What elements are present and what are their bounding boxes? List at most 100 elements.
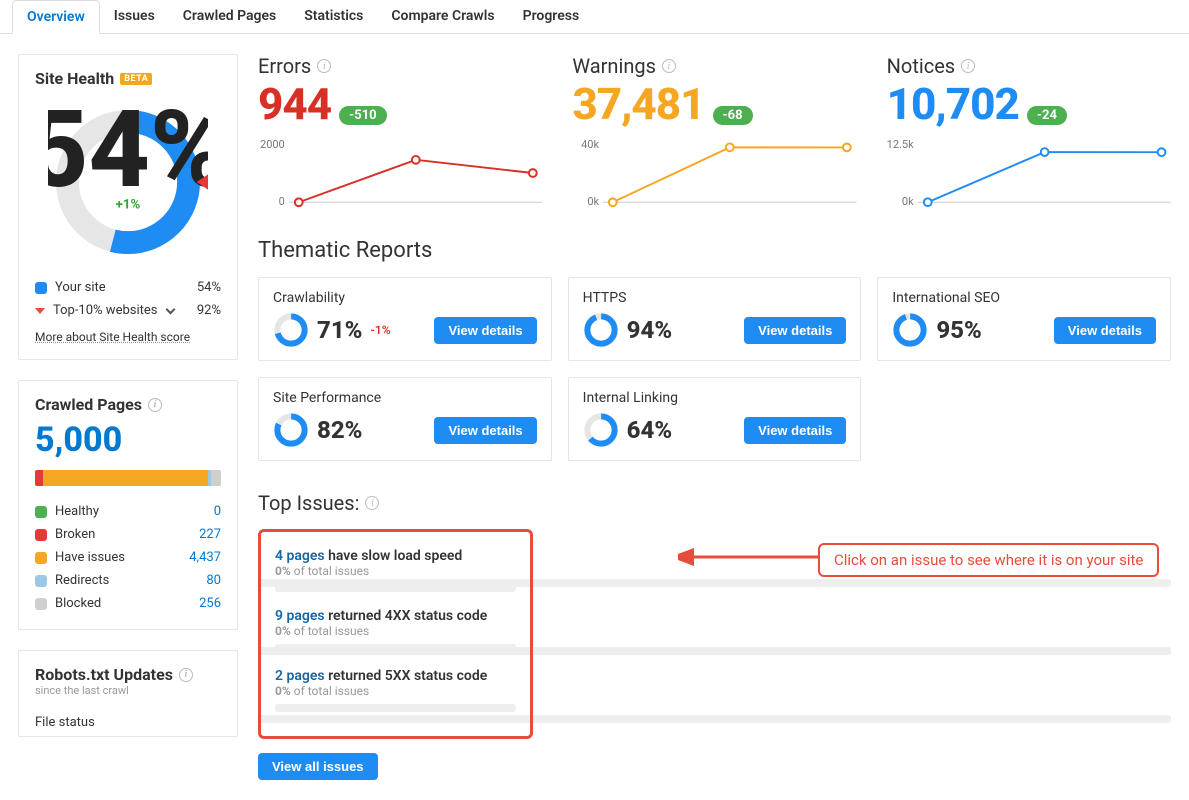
legend-label: Top-10% websites [53,303,157,318]
report-name: International SEO [892,290,1156,306]
metric-notices: Notices i10,702-2412.5k0k [887,54,1171,208]
issues-box: 4 pages have slow load speed 0% of total … [258,529,533,739]
metric-delta: -24 [1027,106,1067,125]
sparkline [918,138,1171,208]
square-icon [35,529,47,541]
crawled-list: Healthy0Broken227Have issues4,437Redirec… [35,500,221,615]
tab-compare-crawls[interactable]: Compare Crawls [377,0,508,33]
crawled-label: Have issues [55,550,125,565]
crawled-bar [35,470,221,486]
sparkline [603,138,857,208]
info-icon[interactable]: i [365,496,379,510]
crawled-label: Healthy [55,504,99,519]
report-value: 64% [627,416,672,444]
arrow-icon [678,543,838,573]
view-details-button[interactable]: View details [434,417,536,444]
crawled-row-healthy[interactable]: Healthy 0 [35,500,221,523]
report-name: Site Performance [273,390,537,406]
issue-item[interactable]: 2 pages returned 5XX status code 0% of to… [275,662,516,722]
reports-grid: Crawlability71%-1%View detailsHTTPS94%Vi… [258,277,1171,461]
metric-errors: Errors i944-51020000 [258,54,542,208]
report-name: Crawlability [273,290,537,306]
issue-item[interactable]: 4 pages have slow load speed 0% of total … [275,542,516,602]
site-health-panel: Site Health BETA 54% +1% Your site 54% T… [18,54,238,360]
issue-progress [275,644,516,652]
issue-pct: 0% [275,684,291,698]
crawled-label: Broken [55,527,95,542]
issue-text: returned 5XX status code [328,668,487,684]
metric-chart: 20000 [258,138,542,208]
crawled-row-broken[interactable]: Broken227 [35,523,221,546]
chevron-down-icon [166,305,176,315]
info-icon[interactable]: i [961,59,975,73]
tab-overview[interactable]: Overview [12,0,100,34]
issue-count: 4 pages [275,548,325,564]
report-international-seo: International SEO95%View details [877,277,1171,361]
square-icon [35,552,47,564]
site-health-title-text: Site Health [35,69,114,88]
legend-label: Your site [55,280,106,295]
legend-your-site: Your site 54% [35,276,221,299]
legend-top-sites[interactable]: Top-10% websites 92% [35,299,221,322]
metric-value: 944 [258,78,331,130]
metric-title: Notices i [887,54,1171,78]
issue-count: 9 pages [275,608,325,624]
metric-delta: -510 [339,106,387,125]
issue-pct: 0% [275,564,291,578]
issue-text: have slow load speed [328,548,462,564]
sparkline [289,138,543,208]
report-trend: -1% [370,323,390,337]
robots-title-text: Robots.txt Updates [35,665,173,684]
info-icon[interactable]: i [179,668,193,682]
view-all-issues-button[interactable]: View all issues [258,753,378,780]
report-https: HTTPS94%View details [568,277,862,361]
mini-donut-icon [583,312,619,348]
view-details-button[interactable]: View details [434,317,536,344]
metric-title: Warnings i [572,54,856,78]
sidebar: Site Health BETA 54% +1% Your site 54% T… [18,54,238,780]
issue-item[interactable]: 9 pages returned 4XX status code0% of to… [275,602,516,662]
square-icon [35,282,47,294]
more-link[interactable]: More about Site Health score [35,330,190,344]
crawled-row-blocked[interactable]: Blocked256 [35,592,221,615]
issue-progress [275,704,516,712]
info-icon[interactable]: i [317,59,331,73]
view-details-button[interactable]: View details [744,317,846,344]
beta-badge: BETA [120,73,152,85]
metric-value: 10,702 [887,78,1019,130]
tabs: OverviewIssuesCrawled PagesStatisticsCom… [0,0,1189,34]
tab-progress[interactable]: Progress [509,0,594,33]
crawled-value: 0 [214,504,221,519]
metric-delta: -68 [713,106,753,125]
report-value: 94% [627,316,672,344]
tab-crawled-pages[interactable]: Crawled Pages [169,0,290,33]
crawled-title-text: Crawled Pages [35,395,142,414]
crawled-row-have-issues[interactable]: Have issues4,437 [35,546,221,569]
issue-of: of total issues [294,564,369,578]
report-value: 71% [317,316,362,344]
report-value: 82% [317,416,362,444]
crawled-value: 80 [206,573,221,588]
crawled-label: Blocked [55,596,101,611]
robots-sub: since the last crawl [35,684,221,697]
tab-statistics[interactable]: Statistics [290,0,377,33]
top-issues-title-text: Top Issues: [258,491,359,515]
main: Errors i944-51020000Warnings i37,481-684… [258,54,1171,780]
mini-donut-icon [583,412,619,448]
tab-issues[interactable]: Issues [100,0,169,33]
issue-of: of total issues [294,684,369,698]
donut-score: 54% [48,102,208,213]
view-details-button[interactable]: View details [1054,317,1156,344]
crawled-row-redirects[interactable]: Redirects 80 [35,569,221,592]
issue-progress [275,584,516,592]
legend-value: 54% [197,280,221,295]
crawled-total: 5,000 [35,420,221,460]
info-icon[interactable]: i [148,398,162,412]
report-site-performance: Site Performance 82% View details [258,377,552,461]
crawled-label: Redirects [55,573,109,588]
donut-chart: 54% +1% [48,102,208,262]
crawled-pages-panel: Crawled Pages i 5,000 Healthy0Broken227H… [18,380,238,630]
view-details-button[interactable]: View details [744,417,846,444]
info-icon[interactable]: i [662,59,676,73]
issue-count: 2 pages [275,668,325,684]
